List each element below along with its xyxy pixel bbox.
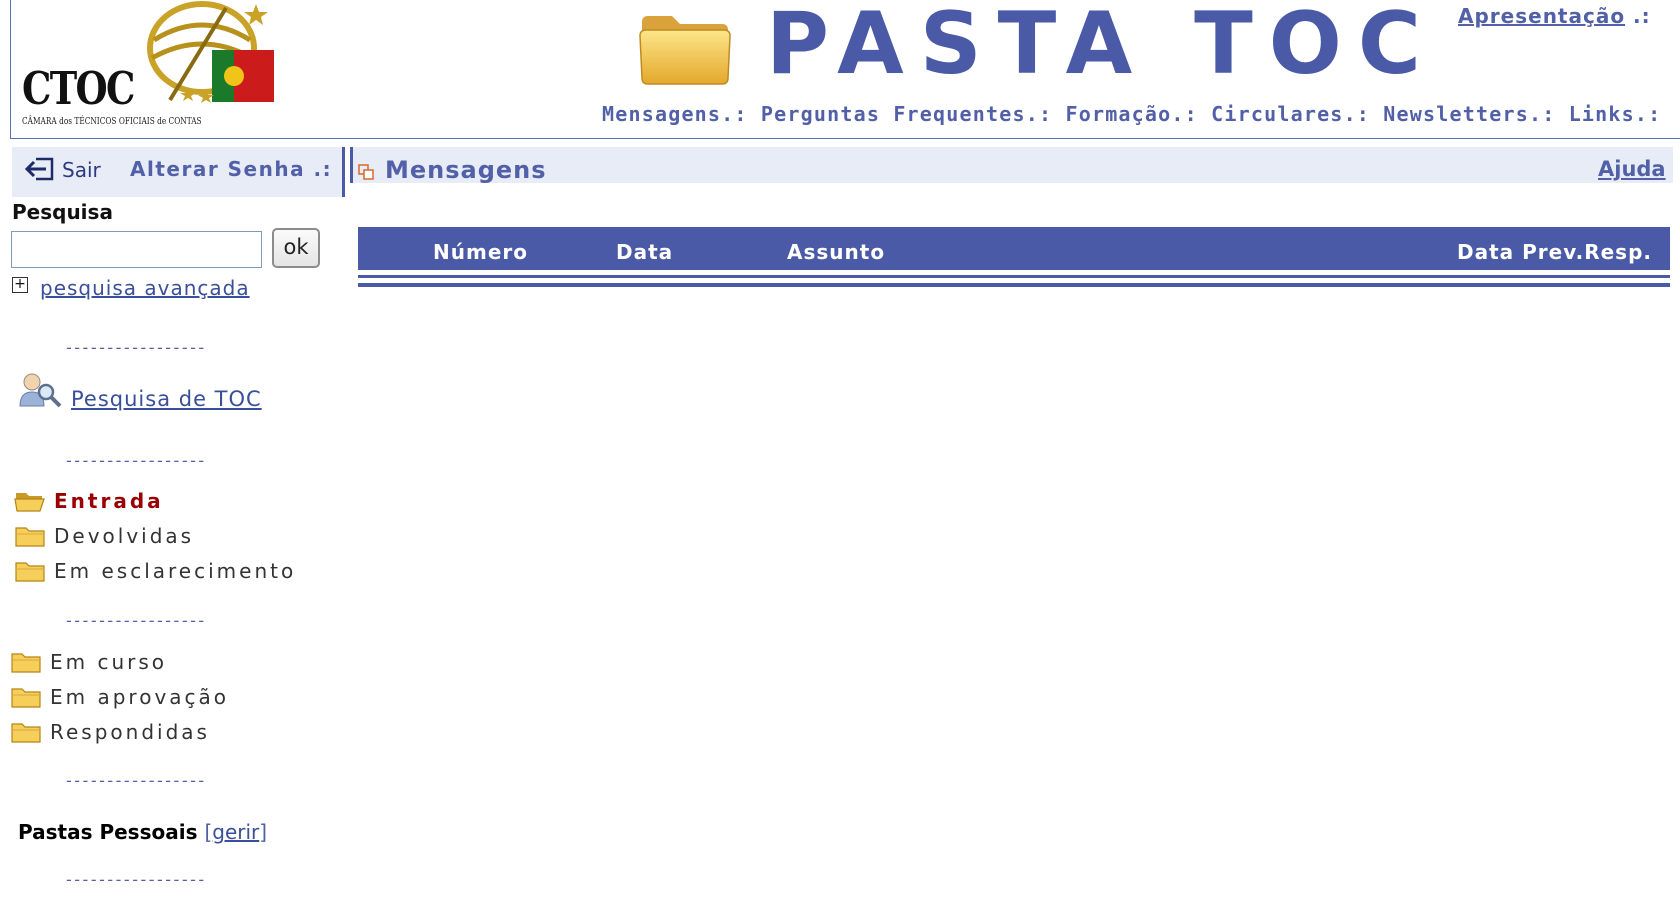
change-password-link[interactable]: Alterar Senha .:: [130, 157, 332, 181]
folder-icon: [15, 527, 45, 547]
toc-search-link[interactable]: Pesquisa de TOC: [71, 387, 262, 411]
logo-text: CTOC: [22, 62, 135, 115]
nav-item-links[interactable]: Links: [1569, 102, 1635, 126]
folder-open-icon: [14, 493, 45, 512]
nav-item-mensagens[interactable]: Mensagens: [602, 102, 721, 126]
nav-separator: .:: [721, 102, 761, 126]
logout-arrow-icon[interactable]: [24, 156, 54, 182]
folder-item-devolvidas[interactable]: Devolvidas: [14, 524, 194, 548]
nav-item-formacao[interactable]: Formação: [1065, 102, 1171, 126]
folder-icon: [15, 562, 45, 582]
separator: -----------------: [66, 338, 207, 357]
manage-folders-link[interactable]: gerir: [212, 820, 259, 844]
folder-icon: [639, 16, 731, 85]
folder-label: Entrada: [54, 489, 164, 513]
messages-icon: [358, 164, 374, 180]
separator: -----------------: [66, 451, 207, 470]
page-title: Mensagens: [385, 156, 547, 184]
help-link[interactable]: Ajuda: [1598, 157, 1666, 181]
content-header: [350, 147, 1673, 183]
user-search-icon: [19, 373, 62, 408]
folder-icon: [11, 653, 41, 673]
table-divider: [358, 283, 1670, 287]
apresentacao-link[interactable]: Apresentação: [1458, 4, 1625, 28]
folder-item-em-curso[interactable]: Em curso: [10, 650, 167, 674]
folder-item-entrada[interactable]: Entrada: [14, 489, 164, 513]
logo-subtitle: CÂMARA dos TÉCNICOS OFICIAIS de CONTAS: [22, 117, 202, 127]
nav-separator: .:: [1171, 102, 1212, 126]
column-header-data-prev-resp[interactable]: Data Prev.Resp.: [1457, 240, 1652, 264]
column-header-numero[interactable]: Número: [433, 240, 528, 264]
separator: -----------------: [66, 870, 207, 889]
separator: -----------------: [66, 611, 207, 630]
folder-item-respondidas[interactable]: Respondidas: [10, 720, 210, 744]
nav-separator: .:: [1025, 102, 1066, 126]
ctoc-emblem-logo: [147, 1, 274, 103]
personal-folders-label: Pastas Pessoais: [18, 820, 198, 844]
nav-separator: .:: [1343, 102, 1384, 126]
folder-label: Em esclarecimento: [54, 559, 297, 583]
nav-item-perguntas-frequentes[interactable]: Perguntas Frequentes: [761, 102, 1026, 126]
separator: .:: [1633, 4, 1651, 28]
bracket-close: ]: [259, 820, 268, 844]
separator: -----------------: [66, 771, 207, 790]
nav-item-newsletters[interactable]: Newsletters: [1383, 102, 1529, 126]
search-input[interactable]: [11, 231, 262, 268]
search-ok-button[interactable]: ok: [272, 228, 320, 268]
folder-item-em-esclarecimento[interactable]: Em esclarecimento: [14, 559, 296, 583]
folder-label: Devolvidas: [54, 524, 195, 548]
nav-separator: .:: [1528, 102, 1569, 126]
nav-item-circulares[interactable]: Circulares: [1211, 102, 1343, 126]
nav-separator: .:: [1634, 102, 1662, 126]
folder-label: Em curso: [50, 650, 168, 674]
advanced-search-link[interactable]: pesquisa avançada: [40, 276, 250, 300]
table-divider: [358, 275, 1670, 278]
folder-icon: [11, 688, 41, 708]
folder-item-em-aprovacao[interactable]: Em aprovação: [10, 685, 229, 709]
folder-icon: [11, 723, 41, 743]
folder-label: Em aprovação: [50, 685, 230, 709]
help-link-wrap: Ajuda: [1598, 157, 1666, 181]
column-header-assunto[interactable]: Assunto: [787, 240, 885, 264]
top-nav: Mensagens.: Perguntas Frequentes.: Forma…: [602, 102, 1661, 126]
logout-button[interactable]: Sair: [62, 158, 101, 182]
expand-plus-icon[interactable]: +: [12, 277, 28, 293]
folder-label: Respondidas: [50, 720, 210, 744]
apresentacao-link-wrap: Apresentação .:: [1458, 4, 1651, 28]
search-label: Pesquisa: [12, 200, 113, 224]
personal-folders-heading: Pastas Pessoais [gerir]: [18, 820, 267, 844]
column-header-data[interactable]: Data: [616, 240, 673, 264]
app-title: PASTA TOC: [766, 0, 1438, 94]
